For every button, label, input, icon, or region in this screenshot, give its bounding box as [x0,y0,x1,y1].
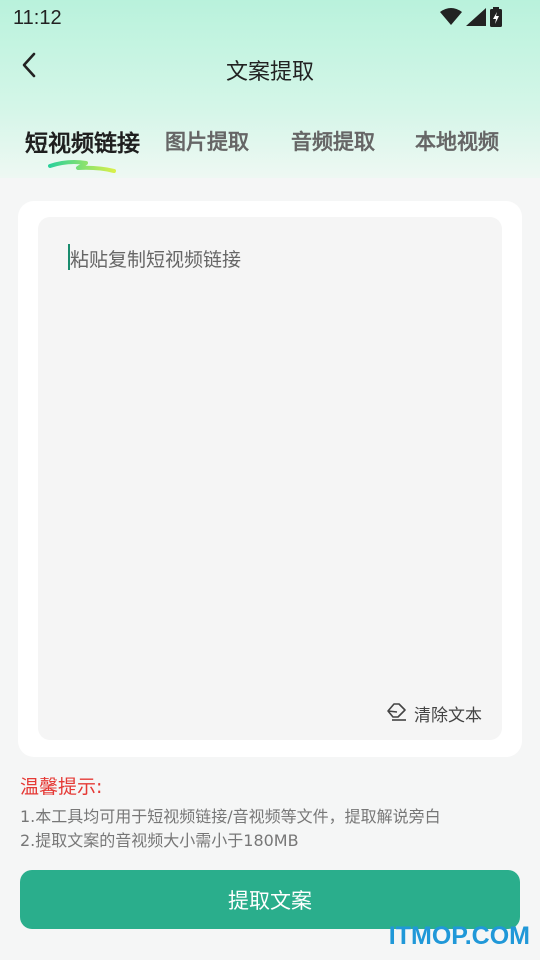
active-tab-indicator [48,158,118,176]
tab-image-extract[interactable]: 图片提取 [165,126,249,156]
status-bar: 11:12 [0,0,540,36]
clear-text-button[interactable]: 清除文本 [386,701,482,726]
tab-audio-extract[interactable]: 音频提取 [291,126,375,156]
battery-icon [490,7,502,31]
status-icons [440,7,502,31]
eraser-icon [386,701,408,726]
tab-short-video-link[interactable]: 短视频链接 [25,124,140,158]
page-title: 文案提取 [225,60,314,85]
extract-text-button[interactable]: 提取文案 [20,870,520,929]
clear-text-label: 清除文本 [414,706,482,726]
input-card: 粘贴复制短视频链接 清除文本 [18,201,522,757]
link-input-placeholder: 粘贴复制短视频链接 [70,249,242,271]
status-time: 11:12 [13,7,62,29]
tips-title: 温馨提示: [20,776,103,798]
wifi-icon [440,8,462,30]
tip-line-1: 1.本工具均可用于短视频链接/音视频等文件，提取解说旁白 [20,807,441,826]
signal-icon [466,8,486,30]
link-input[interactable]: 粘贴复制短视频链接 清除文本 [38,217,502,740]
tip-line-2: 2.提取文案的音视频大小需小于180MB [20,831,299,850]
tab-local-video[interactable]: 本地视频 [415,126,499,156]
watermark-logo: ITMOP.COM [388,922,530,950]
